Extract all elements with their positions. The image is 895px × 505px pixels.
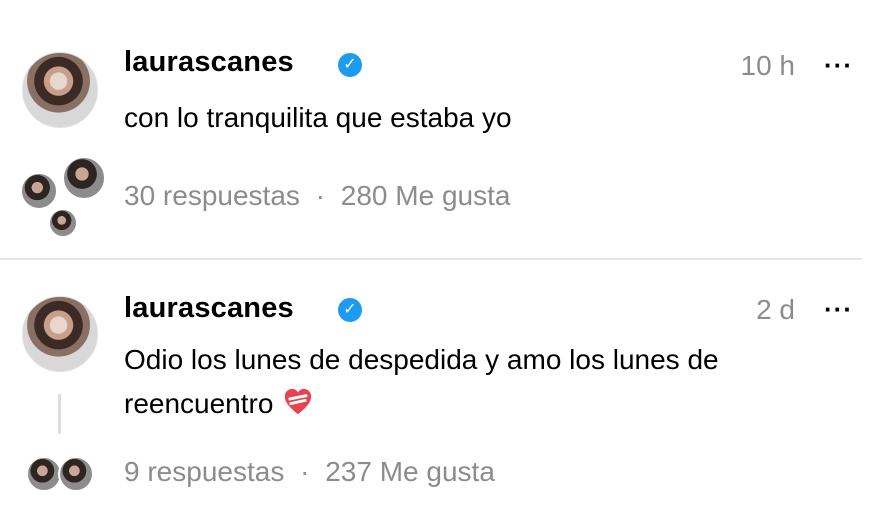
mending-heart-icon [283,386,313,416]
author-username[interactable]: laurascanes [124,46,294,79]
post-timestamp: 2 d [756,294,795,325]
replier-avatar[interactable] [48,208,78,238]
verified-badge-icon: ✓ [338,298,362,322]
more-options-icon[interactable]: ··· [824,50,853,81]
replier-avatar[interactable] [20,172,58,210]
thread-connector-line [58,394,61,434]
stats-separator: · [315,180,325,211]
post-text-line: Odio los lunes de despedida y amo los lu… [124,344,719,375]
stats-separator: · [300,456,310,487]
replier-avatar[interactable] [26,456,62,492]
replier-avatar[interactable] [62,156,106,200]
verified-badge-icon: ✓ [338,53,362,77]
author-username[interactable]: laurascanes [124,292,294,325]
replier-avatar[interactable] [58,456,94,492]
thread-post-1: laurascanes ✓ 10 h ··· con lo tranquilit… [0,0,895,258]
more-options-icon[interactable]: ··· [824,294,853,325]
replies-count-link[interactable]: 30 respuestas [124,180,300,211]
author-avatar[interactable] [22,52,98,128]
post-text: con lo tranquilita que estaba yo [124,102,512,133]
replies-count-link[interactable]: 9 respuestas [124,456,284,487]
post-text: Odio los lunes de despedida y amo los lu… [124,338,864,426]
post-text-line: reencuentro [124,388,274,419]
author-avatar[interactable] [22,296,98,372]
post-stats: 9 respuestas · 237 Me gusta [124,456,495,488]
likes-count-link[interactable]: 280 Me gusta [341,180,511,211]
post-timestamp: 10 h [740,50,796,81]
thread-post-2: laurascanes ✓ 2 d ··· Odio los lunes de … [0,260,895,505]
post-stats: 30 respuestas · 280 Me gusta [124,180,510,212]
likes-count-link[interactable]: 237 Me gusta [325,456,495,487]
post-text-line-2: reencuentro [124,382,864,426]
